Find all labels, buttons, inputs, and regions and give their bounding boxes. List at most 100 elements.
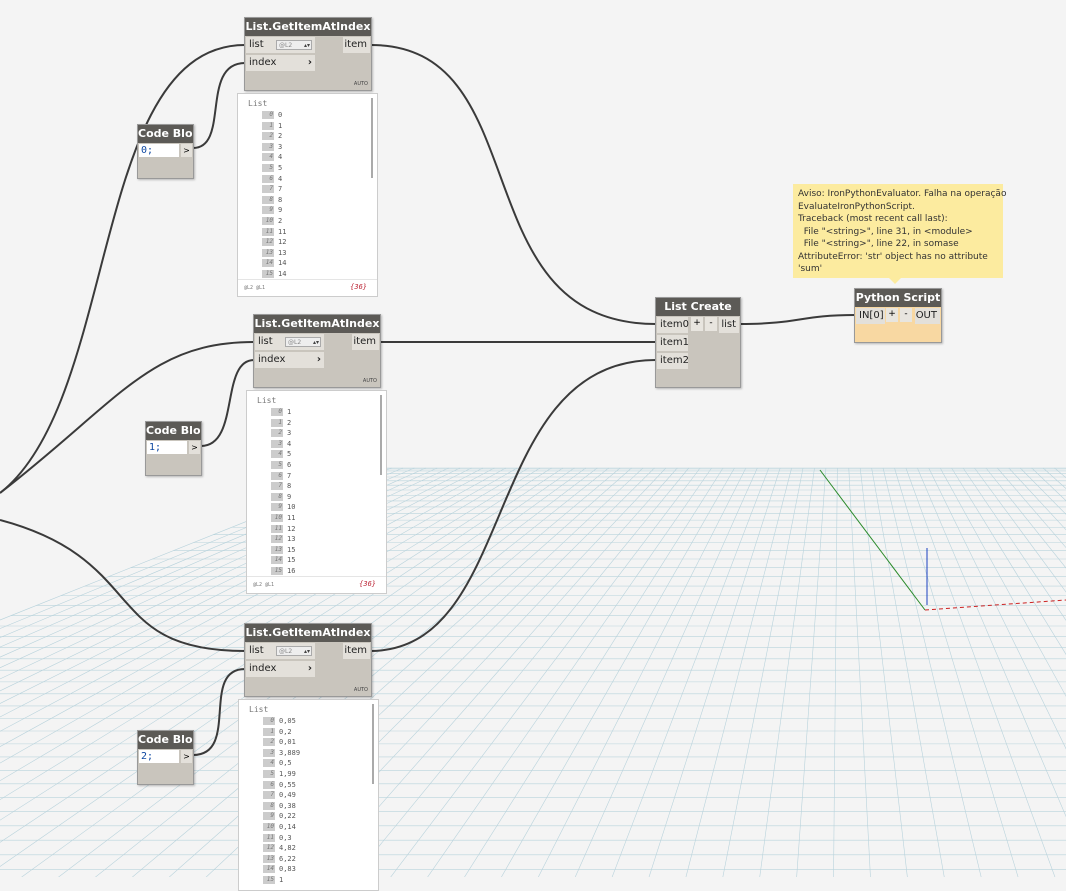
- preview-row-value: 7: [278, 185, 283, 194]
- preview-row: 01: [247, 407, 386, 418]
- code-block-node-1[interactable]: Code Block 0; >: [137, 124, 194, 179]
- preview-row-index: 6: [262, 174, 274, 183]
- list-level-selector[interactable]: @L2 ▴▾: [276, 646, 312, 656]
- remove-input-button[interactable]: -: [705, 317, 717, 331]
- preview-row-value: 16: [287, 566, 296, 575]
- preview-row-value: 1: [279, 875, 284, 884]
- preview-row: 1 0,2: [239, 727, 378, 738]
- spinner-icon[interactable]: ▴▾: [304, 647, 310, 657]
- preview-bubble-1[interactable]: List 0 0 1 1 2 2 3 3 4 4 5 5 6 4 7 7 8 8 9 9 10 2 11 11 12 12 13 13…: [237, 93, 378, 297]
- spinner-icon[interactable]: ▴▾: [304, 41, 310, 51]
- preview-row-value: 0,22: [279, 812, 296, 821]
- lacing-label: AUTO: [353, 687, 368, 693]
- code-output-port[interactable]: >: [181, 750, 192, 763]
- preview-footer: @L2 @L1 {36}: [238, 279, 377, 296]
- remove-input-button[interactable]: -: [900, 308, 912, 322]
- preview-row: 14 0,83: [239, 864, 378, 875]
- preview-bubble-2[interactable]: List 0 1 1 2 2 3 3 4 4 5 5 6 6 7 7 8 8 9 9 10 10 11 11 12 12 13 13…: [246, 390, 387, 594]
- preview-row-index: 10: [271, 513, 283, 522]
- preview-scrollbar[interactable]: [380, 395, 382, 475]
- spinner-icon[interactable]: ▴▾: [313, 338, 319, 348]
- preview-row-index: 7: [263, 791, 275, 800]
- list-output-port[interactable]: list: [719, 317, 739, 333]
- preview-header: List: [249, 705, 269, 714]
- code-output-port[interactable]: >: [189, 441, 200, 454]
- preview-row-value: 5: [278, 163, 283, 172]
- item-output-port[interactable]: item: [352, 334, 379, 350]
- preview-row: 10 2: [238, 216, 377, 227]
- preview-row-value: 0,55: [279, 780, 296, 789]
- node-title: List Create: [656, 298, 740, 316]
- preview-row-index: 7: [271, 482, 283, 491]
- index-input-port[interactable]: index ›: [246, 661, 315, 677]
- preview-row: 45: [247, 449, 386, 460]
- preview-row-value: 7: [287, 471, 292, 480]
- item-output-port[interactable]: item: [343, 643, 370, 659]
- list-create-node[interactable]: List Create item0 item1 item2 + - list: [655, 297, 741, 388]
- add-input-button[interactable]: +: [886, 308, 898, 322]
- out-output-port[interactable]: OUT: [915, 308, 940, 324]
- preview-row-index: 0: [271, 408, 283, 416]
- preview-row-index: 10: [262, 216, 274, 225]
- preview-count: {36}: [350, 283, 367, 291]
- node-title: Python Script: [855, 289, 941, 307]
- code-block-node-3[interactable]: Code Block 2; >: [137, 730, 194, 785]
- get-item-at-index-node-2[interactable]: List.GetItemAtIndex list @L2 ▴▾ index › it…: [253, 314, 381, 388]
- preview-count: {36}: [359, 580, 376, 588]
- preview-scrollbar[interactable]: [371, 98, 373, 178]
- node-title: Code Block: [138, 125, 193, 143]
- item2-input-port[interactable]: item2: [657, 353, 689, 369]
- python-script-node[interactable]: Python Script IN[0] + - OUT: [854, 288, 942, 343]
- code-input[interactable]: 1;: [147, 441, 187, 454]
- node-title: Code Block: [138, 731, 193, 749]
- preview-row-index: 4: [263, 759, 275, 768]
- preview-row: 5 1,99: [239, 769, 378, 780]
- code-output-port[interactable]: >: [181, 144, 192, 157]
- code-block-node-2[interactable]: Code Block 1; >: [145, 421, 202, 476]
- item1-input-port[interactable]: item1: [657, 335, 689, 351]
- add-input-button[interactable]: +: [691, 317, 703, 331]
- node-title: List.GetItemAtIndex: [245, 624, 371, 642]
- list-level-selector[interactable]: @L2 ▴▾: [285, 337, 321, 347]
- preview-row: 7 0,49: [239, 790, 378, 801]
- preview-row-value: 5: [287, 450, 292, 459]
- node-title: List.GetItemAtIndex: [245, 18, 371, 36]
- preview-bubble-3[interactable]: List 0 0,05 1 0,2 2 0,01 3 3,889 4 0,5 5 1,99 6 0,55 7…: [238, 699, 379, 891]
- preview-row: 34: [247, 439, 386, 450]
- index-input-port[interactable]: index ›: [246, 55, 315, 71]
- item-output-port[interactable]: item: [343, 37, 370, 53]
- preview-row-index: 5: [263, 769, 275, 778]
- get-item-at-index-node-3[interactable]: List.GetItemAtIndex list @L2 ▴▾ index › it…: [244, 623, 372, 697]
- preview-row-value: 2: [278, 132, 283, 141]
- preview-row-index: 2: [263, 738, 275, 747]
- preview-row-index: 9: [271, 503, 283, 512]
- preview-row-value: 0,05: [279, 717, 296, 725]
- index-input-port[interactable]: index ›: [255, 352, 324, 368]
- preview-row-index: 14: [263, 865, 275, 874]
- preview-row-value: 11: [287, 513, 296, 522]
- chevron-right-icon: ›: [307, 57, 312, 68]
- preview-row-value: 0,5: [279, 759, 292, 768]
- list-level-selector[interactable]: @L2 ▴▾: [276, 40, 312, 50]
- preview-row: 13 6,22: [239, 854, 378, 865]
- preview-row: 9 10: [247, 502, 386, 513]
- preview-row-value: 9: [287, 492, 292, 501]
- get-item-at-index-node-1[interactable]: List.GetItemAtIndex list @L2 ▴▾ index › it…: [244, 17, 372, 91]
- preview-row-index: 3: [263, 748, 275, 757]
- in0-input-port[interactable]: IN[0]: [856, 308, 885, 324]
- preview-row-index: 9: [262, 206, 274, 215]
- preview-scrollbar[interactable]: [372, 704, 374, 784]
- preview-row: 56: [247, 460, 386, 471]
- preview-levels[interactable]: @L2 @L1: [253, 582, 274, 588]
- preview-row-value: 12: [278, 238, 287, 247]
- preview-row-value: 6: [287, 460, 292, 469]
- preview-row-index: 8: [262, 195, 274, 204]
- code-input[interactable]: 2;: [139, 750, 179, 763]
- preview-levels[interactable]: @L2 @L1: [244, 285, 265, 291]
- preview-row-value: 14: [278, 269, 287, 278]
- code-input[interactable]: 0;: [139, 144, 179, 157]
- item0-input-port[interactable]: item0: [657, 317, 689, 333]
- warning-tooltip: Aviso: IronPythonEvaluator. Falha na ope…: [793, 184, 1006, 284]
- preview-row-index: 11: [262, 227, 274, 236]
- preview-row-index: 14: [262, 259, 274, 268]
